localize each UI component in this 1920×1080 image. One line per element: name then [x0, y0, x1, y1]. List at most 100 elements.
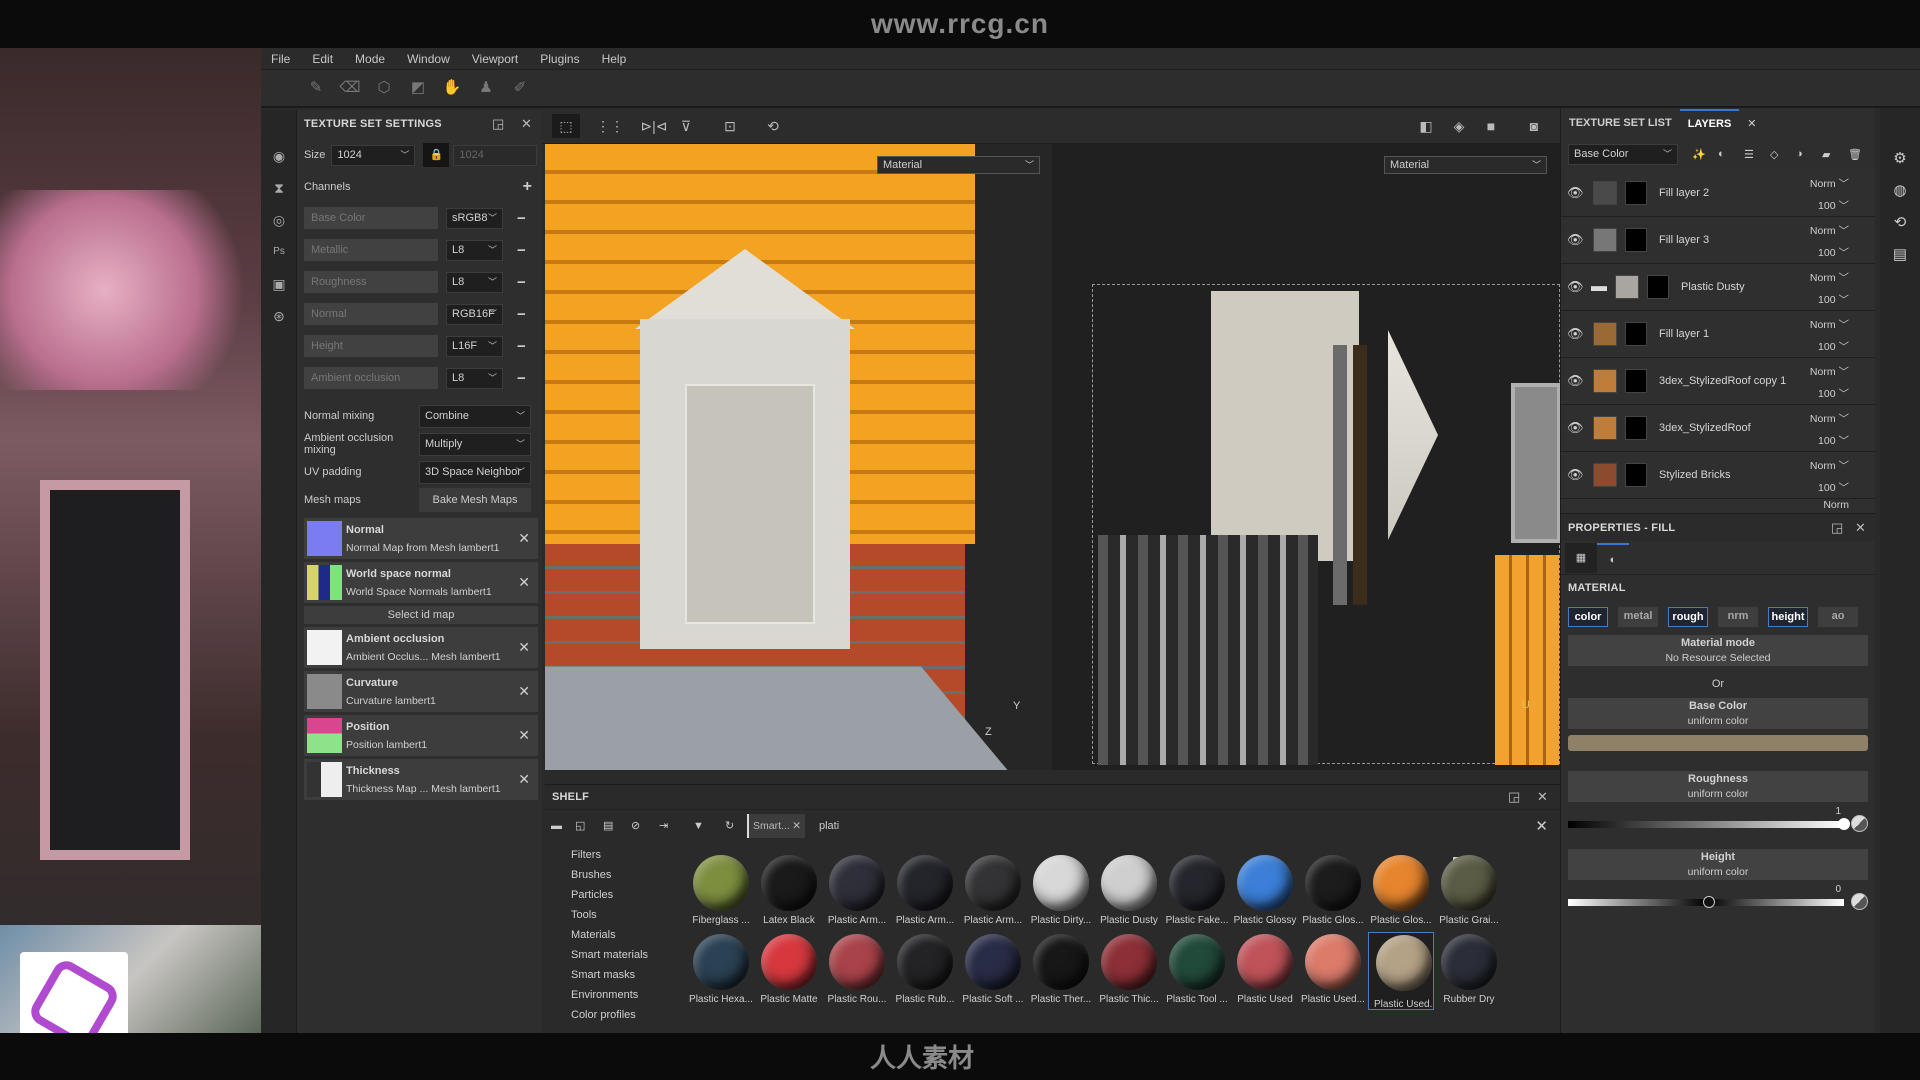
layer-row[interactable]: 👁 Fill layer 2 Norm ﹀ 100 ﹀ [1561, 170, 1875, 217]
document-icon[interactable]: ▣ [261, 268, 297, 300]
layer-row[interactable]: 👁 Fill layer 3 Norm ﹀ 100 ﹀ [1561, 217, 1875, 264]
material-thumbnail[interactable]: Plastic Soft ... [960, 932, 1026, 1010]
normal-mixing-select[interactable]: Combine ﹀ [419, 404, 531, 428]
add-fill-layer-icon[interactable]: ◇ [1770, 148, 1796, 161]
refresh-icon[interactable]: ↻ [725, 819, 747, 832]
menu-mode[interactable]: Mode [355, 52, 385, 66]
layer-mask-thumbnail[interactable] [1625, 228, 1647, 252]
visibility-eye-icon[interactable]: 👁 [1567, 326, 1585, 342]
remove-mesh-map-icon[interactable]: ✕ [518, 574, 530, 591]
layer-blend-mode[interactable]: Norm ﹀ [1810, 176, 1849, 191]
remove-mesh-map-icon[interactable]: ✕ [518, 683, 530, 700]
remove-channel-icon[interactable]: − [517, 306, 526, 323]
layer-name[interactable]: Fill layer 2 [1659, 187, 1709, 199]
add-layer-icon[interactable]: ☰ [1744, 148, 1770, 161]
material-thumbnail[interactable]: Plastic Grai... [1436, 853, 1502, 931]
shader-settings-icon[interactable]: ◍ [1880, 175, 1920, 207]
material-thumbnail[interactable]: Plastic Fake... [1164, 853, 1230, 931]
remove-channel-icon[interactable]: − [517, 370, 526, 387]
viewport-2d-uv[interactable]: Material ﹀ U [1052, 144, 1560, 770]
filter-tag[interactable]: Smart... ✕ [747, 813, 805, 838]
import-icon[interactable]: ⇥ [659, 819, 693, 832]
layer-row[interactable]: 👁 ▬ Plastic Dusty Norm ﹀ 100 ﹀ [1561, 264, 1875, 311]
shelf-category[interactable]: Materials [545, 925, 670, 945]
menu-plugins[interactable]: Plugins [540, 52, 579, 66]
mirror-vertical-icon[interactable]: ⊽ [672, 114, 700, 138]
layer-opacity[interactable]: 100 ﹀ [1818, 433, 1849, 448]
visibility-eye-icon[interactable]: 👁 [1567, 232, 1585, 248]
material-thumbnail[interactable]: Plastic Arm... [892, 853, 958, 931]
shelf-category[interactable]: Smart materials [545, 945, 670, 965]
layer-name[interactable]: 3dex_StylizedRoof copy 1 [1659, 375, 1786, 387]
layer-name[interactable]: Fill layer 1 [1659, 328, 1709, 340]
channel-format-select[interactable]: L16F ﹀ [446, 335, 503, 357]
shelf-category[interactable]: Tools [545, 905, 670, 925]
layer-name[interactable]: 3dex_StylizedRoof [1659, 422, 1751, 434]
remove-mesh-map-icon[interactable]: ✕ [518, 639, 530, 656]
material-thumbnail[interactable]: Plastic Matte [756, 932, 822, 1010]
material-mode-button[interactable]: Material mode No Resource Selected [1568, 635, 1868, 666]
material-thumbnail[interactable]: Plastic Ther... [1028, 932, 1094, 1010]
layer-row[interactable]: 👁 Stylized Bricks Norm ﹀ 100 ﹀ [1561, 452, 1875, 499]
close-tab-icon[interactable]: ✕ [1739, 117, 1764, 130]
material-thumbnail[interactable]: Plastic Used [1232, 932, 1298, 1010]
layer-blend-mode[interactable]: Norm ﹀ [1810, 458, 1849, 473]
reset-value-icon[interactable] [1851, 893, 1868, 910]
viewport-2d-channel-select[interactable]: Material ﹀ [1384, 156, 1547, 174]
channel-toggle-ao[interactable]: ao [1818, 607, 1858, 627]
remove-channel-icon[interactable]: − [517, 274, 526, 291]
layer-row[interactable]: 👁 Fill layer 1 Norm ﹀ 100 ﹀ [1561, 311, 1875, 358]
height-button[interactable]: Height uniform color [1568, 849, 1868, 880]
shelf-category[interactable]: Brushes [545, 865, 670, 885]
material-thumbnail[interactable]: Plastic Glos... [1300, 853, 1366, 931]
visibility-eye-icon[interactable]: 👁 [1567, 467, 1585, 483]
channel-format-select[interactable]: L8 ﹀ [446, 239, 503, 261]
material-thumbnail[interactable]: Latex Black [756, 853, 822, 931]
folder-icon[interactable]: ▬ [551, 820, 575, 832]
mesh-map-world-space-normal[interactable]: World space normal World Space Normals la… [304, 562, 538, 603]
display-settings-icon[interactable]: ⚙ [1880, 143, 1920, 175]
log-icon[interactable]: ▤ [1880, 239, 1920, 271]
visibility-eye-icon[interactable]: 👁 [1567, 185, 1585, 201]
shelf-category[interactable]: Smart masks [545, 965, 670, 985]
paint-brush-icon[interactable]: ✎ [301, 76, 331, 100]
add-mask-icon[interactable]: ◐ [1718, 148, 1744, 160]
eraser-icon[interactable]: ⌫ [335, 76, 365, 100]
screenshot-icon[interactable]: ◙ [1520, 114, 1548, 138]
hourglass-icon[interactable]: ⧗ [261, 172, 297, 204]
slider-knob[interactable] [1703, 896, 1715, 908]
layer-mask-thumbnail[interactable] [1625, 463, 1647, 487]
mesh-map-thickness[interactable]: Thickness Thickness Map ... Mesh lambert1… [304, 759, 538, 800]
clone-stamp-icon[interactable]: ♟ [471, 76, 501, 100]
reset-view-icon[interactable]: ⟲ [759, 114, 787, 138]
layer-opacity[interactable]: 100 ﹀ [1818, 245, 1849, 260]
channel-toggle-metal[interactable]: metal [1618, 607, 1658, 627]
remove-filter-icon[interactable]: ✕ [792, 814, 801, 838]
layer-opacity[interactable]: 100 ﹀ [1818, 198, 1849, 213]
material-thumbnail[interactable]: Plastic Arm... [960, 853, 1026, 931]
layer-mask-thumbnail[interactable] [1625, 181, 1647, 205]
float-panel-icon[interactable]: ◲ [1508, 789, 1520, 805]
menu-help[interactable]: Help [602, 52, 627, 66]
layer-blend-mode[interactable]: Norm ﹀ [1810, 317, 1849, 332]
viewport-3d-channel-select[interactable]: Material ﹀ [877, 156, 1040, 174]
layer-mask-thumbnail[interactable] [1625, 416, 1647, 440]
visibility-eye-icon[interactable]: 👁 [1567, 420, 1585, 436]
display-cube-icon[interactable]: ◈ [1445, 114, 1473, 138]
mesh-map-position[interactable]: Position Position lambert1 ✕ [304, 715, 538, 756]
bake-mesh-maps-button[interactable]: Bake Mesh Maps [419, 488, 531, 512]
shelf-category[interactable]: Environments [545, 985, 670, 1005]
color-picker-icon[interactable]: ✐ [505, 76, 535, 100]
settings-s-icon[interactable]: ⊛ [261, 300, 297, 332]
shelf-category[interactable]: Particles [545, 885, 670, 905]
layer-name[interactable]: Fill layer 3 [1659, 234, 1709, 246]
menu-window[interactable]: Window [407, 52, 450, 66]
float-panel-icon[interactable]: ◲ [492, 116, 504, 132]
material-thumbnail[interactable]: Plastic Rub... [892, 932, 958, 1010]
tab-layers[interactable]: LAYERS [1679, 109, 1740, 137]
split-view-icon[interactable]: ◧ [1412, 114, 1440, 138]
material-thumbnail[interactable]: Plastic Thic... [1096, 932, 1162, 1010]
filter-icon[interactable]: ▼ [693, 820, 725, 832]
smart-magic-icon[interactable]: ✨ [1692, 148, 1718, 161]
add-channel-icon[interactable]: + [523, 178, 532, 196]
